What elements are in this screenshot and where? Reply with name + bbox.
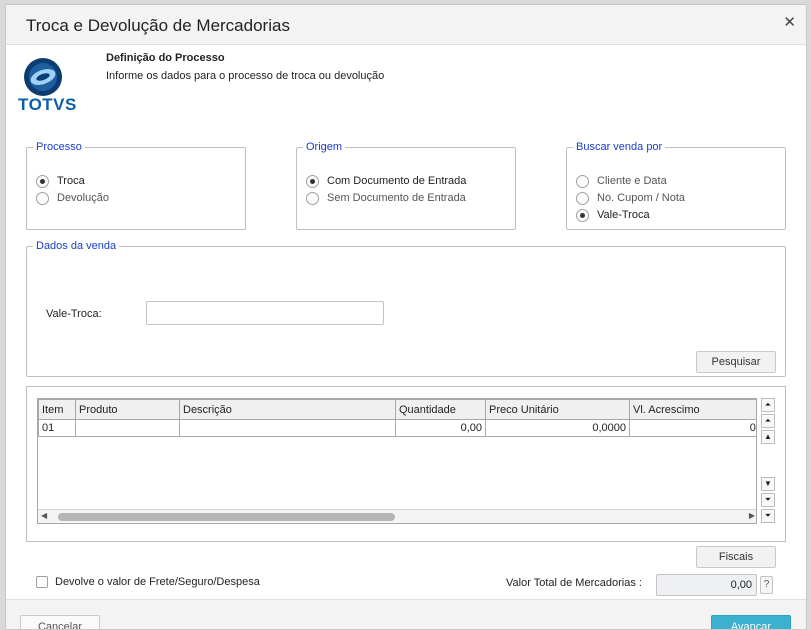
pesquisar-button[interactable]: Pesquisar (696, 351, 776, 373)
origem-group: Origem Com Documento de Entrada Sem Docu… (296, 141, 516, 230)
dialog-window: Troca e Devolução de Mercadorias ✕ TOTVS… (5, 4, 807, 630)
table-cell[interactable]: 01 (38, 419, 76, 437)
scroll-page-up-icon[interactable]: ⏶ (761, 414, 775, 428)
table-header-row: Item Produto Descrição Quantidade Preco … (38, 399, 756, 420)
help-icon[interactable]: ? (760, 576, 773, 594)
column-header-descricao[interactable]: Descrição (179, 399, 396, 420)
radio-vale-troca-icon[interactable] (576, 208, 589, 222)
fiscais-button[interactable]: Fiscais (696, 546, 776, 568)
frete-checkbox[interactable] (36, 576, 48, 588)
radio-cliente-data[interactable]: Cliente e Data (576, 173, 667, 189)
horizontal-scrollbar[interactable]: ◀ ▶ (38, 509, 756, 523)
radio-vale-troca-label: Vale-Troca (597, 209, 650, 221)
dados-venda-group: Dados da venda Vale-Troca: Pesquisar (26, 240, 786, 377)
table-cell[interactable]: 0,0000 (485, 419, 630, 437)
dados-venda-legend: Dados da venda (33, 240, 120, 252)
column-header-preco-unitario[interactable]: Preco Unitário (485, 399, 630, 420)
radio-cliente-data-icon[interactable] (576, 174, 589, 188)
table-cell[interactable]: 0,0 (629, 419, 756, 437)
origem-legend: Origem (303, 141, 346, 153)
brand-logo-text: TOTVS (18, 95, 77, 114)
radio-com-documento-icon[interactable] (306, 174, 319, 188)
radio-cupom-nota-label: No. Cupom / Nota (597, 192, 686, 204)
scroll-first-icon[interactable]: ⏶ (761, 398, 775, 412)
radio-devolucao[interactable]: Devolução (36, 190, 109, 206)
frete-checkbox-row[interactable]: Devolve o valor de Frete/Seguro/Despesa (36, 576, 260, 588)
horizontal-scroll-thumb[interactable] (58, 513, 395, 521)
title-bar: Troca e Devolução de Mercadorias ✕ (6, 5, 806, 45)
scroll-up-icon[interactable]: ▲ (761, 430, 775, 444)
radio-devolucao-label: Devolução (57, 192, 109, 204)
radio-cupom-nota[interactable]: No. Cupom / Nota (576, 190, 685, 206)
column-header-vl-acrescimo[interactable]: Vl. Acrescimo (629, 399, 756, 420)
scroll-right-icon[interactable]: ▶ (749, 511, 755, 520)
window-title: Troca e Devolução de Mercadorias (26, 16, 290, 35)
close-icon[interactable]: ✕ (783, 13, 796, 31)
processo-group: Processo Troca Devolução (26, 141, 246, 230)
radio-sem-documento-icon[interactable] (306, 191, 319, 205)
scroll-down-icon[interactable]: ▼ (761, 477, 775, 491)
next-button[interactable]: Avançar (711, 615, 791, 629)
radio-troca[interactable]: Troca (36, 173, 85, 189)
processo-legend: Processo (33, 141, 85, 153)
buscar-group: Buscar venda por Cliente e Data No. Cupo… (566, 141, 786, 230)
page-heading: Definição do Processo (106, 52, 225, 64)
radio-cupom-nota-icon[interactable] (576, 191, 589, 205)
column-header-item[interactable]: Item (38, 399, 76, 420)
scroll-last-icon[interactable]: ⏷ (761, 509, 775, 523)
radio-troca-icon[interactable] (36, 174, 49, 188)
radio-devolucao-icon[interactable] (36, 191, 49, 205)
buscar-legend: Buscar venda por (573, 141, 666, 153)
table-row[interactable]: 01 0,00 0,0000 0,0 (38, 419, 756, 437)
column-header-quantidade[interactable]: Quantidade (395, 399, 486, 420)
scroll-page-down-icon[interactable]: ⏷ (761, 493, 775, 507)
radio-cliente-data-label: Cliente e Data (597, 175, 667, 187)
radio-com-documento-label: Com Documento de Entrada (327, 175, 467, 187)
table-cell[interactable]: 0,00 (395, 419, 486, 437)
radio-com-documento[interactable]: Com Documento de Entrada (306, 173, 466, 189)
items-grid: Item Produto Descrição Quantidade Preco … (37, 398, 757, 524)
scroll-left-icon[interactable]: ◀ (41, 511, 47, 520)
radio-troca-label: Troca (57, 175, 85, 187)
page-subheading: Informe os dados para o processo de troc… (106, 70, 385, 82)
total-value-field: 0,00 (656, 574, 757, 596)
table-cell[interactable] (75, 419, 180, 437)
footer-bar: Cancelar Avançar (6, 599, 806, 629)
radio-vale-troca[interactable]: Vale-Troca (576, 207, 650, 223)
cancel-button[interactable]: Cancelar (20, 615, 100, 629)
radio-sem-documento-label: Sem Documento de Entrada (327, 192, 466, 204)
vale-troca-input[interactable] (146, 301, 384, 325)
grid-panel: Item Produto Descrição Quantidade Preco … (26, 386, 786, 542)
total-label: Valor Total de Mercadorias : (506, 577, 642, 589)
items-table: Item Produto Descrição Quantidade Preco … (38, 399, 756, 437)
frete-checkbox-label: Devolve o valor de Frete/Seguro/Despesa (55, 576, 260, 588)
radio-sem-documento[interactable]: Sem Documento de Entrada (306, 190, 466, 206)
vale-troca-label: Vale-Troca: (46, 308, 102, 320)
column-header-produto[interactable]: Produto (75, 399, 180, 420)
table-cell[interactable] (179, 419, 396, 437)
